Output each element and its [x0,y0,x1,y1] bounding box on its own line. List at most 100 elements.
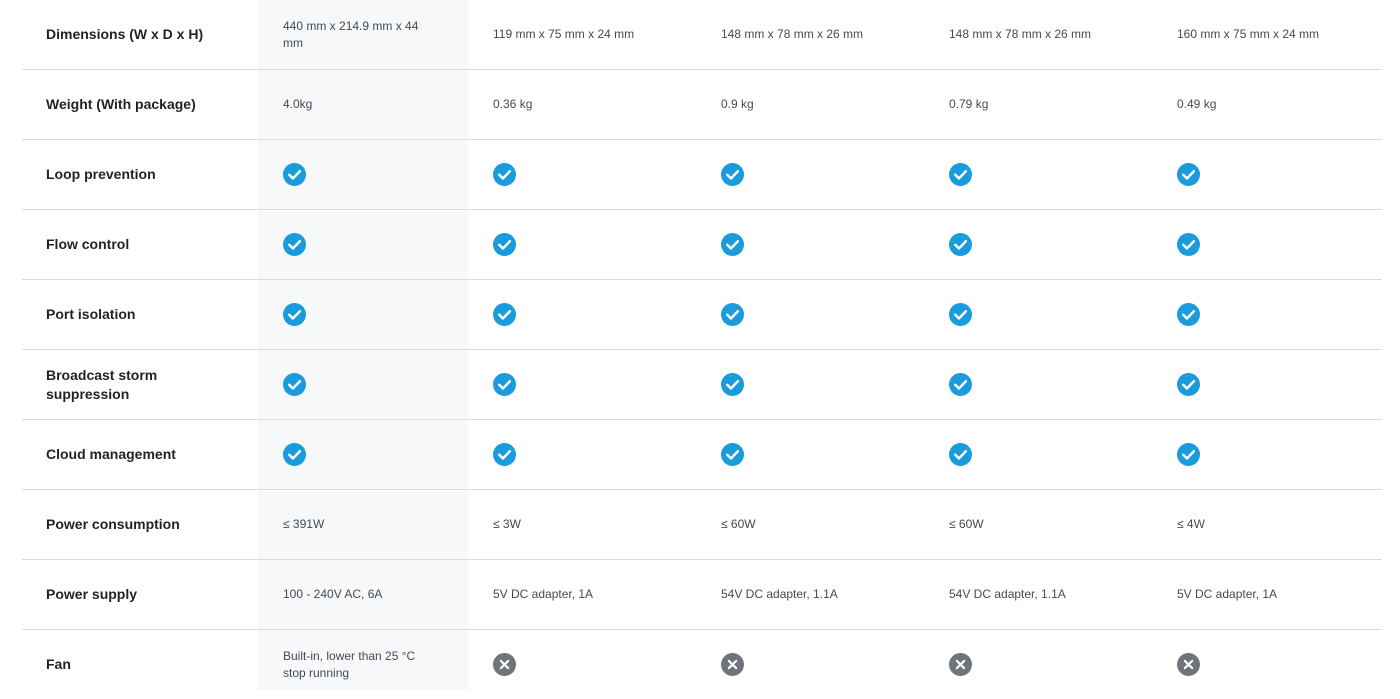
spec-value: 54V DC adapter, 1.1A [721,587,838,601]
check-circle-icon [721,233,744,256]
spec-row-power-supply: Power supply 100 - 240V AC, 6A 5V DC ada… [22,560,1382,630]
cross-circle-icon [1177,653,1200,676]
spec-value [696,373,924,396]
spec-value: 148 mm x 78 mm x 26 mm [721,27,864,41]
check-circle-icon [493,303,516,326]
check-circle-icon [283,163,306,186]
spec-value [696,303,924,326]
spec-value: 54V DC adapter, 1.1A [949,587,1066,601]
check-circle-icon [949,163,972,186]
check-circle-icon [949,373,972,396]
spec-value [924,163,1152,186]
spec-label: Broadcast storm suppression [46,366,158,402]
check-circle-icon [721,163,744,186]
spec-value [924,303,1152,326]
spec-comparison-table: Dimensions (W x D x H) 440 mm x 214.9 mm… [22,0,1382,699]
spec-row-port-isolation: Port isolation [22,280,1382,350]
spec-value: Built-in, lower than 25 °C stop running [283,648,416,680]
spec-value: 160 mm x 75 mm x 24 mm [1177,27,1320,41]
spec-value: 440 mm x 214.9 mm x 44 mm [283,18,419,50]
check-circle-icon [1177,233,1200,256]
check-circle-icon [283,443,306,466]
check-circle-icon [493,373,516,396]
check-circle-icon [493,443,516,466]
spec-value [258,233,468,256]
spec-value [924,653,1152,676]
spec-value: 0.49 kg [1177,97,1217,111]
spec-value [696,233,924,256]
spec-row-loop-prevention: Loop prevention [22,140,1382,210]
cross-circle-icon [949,653,972,676]
spec-value: 119 mm x 75 mm x 24 mm [493,27,635,41]
spec-value [696,163,924,186]
check-circle-icon [721,303,744,326]
spec-label: Flow control [46,236,130,252]
spec-value [258,163,468,186]
check-circle-icon [949,443,972,466]
spec-value [1152,163,1382,186]
spec-label: Dimensions (W x D x H) [46,26,204,42]
check-circle-icon [949,303,972,326]
spec-value: 0.36 kg [493,97,533,111]
spec-label: Power supply [46,586,138,602]
spec-value [924,443,1152,466]
check-circle-icon [1177,163,1200,186]
check-circle-icon [1177,443,1200,466]
spec-value [258,443,468,466]
spec-label: Fan [46,656,71,672]
spec-label: Cloud management [46,446,176,462]
spec-value [468,163,696,186]
check-circle-icon [721,443,744,466]
spec-row-fan: Fan Built-in, lower than 25 °C stop runn… [22,630,1382,699]
spec-label: Port isolation [46,306,136,322]
spec-value [924,233,1152,256]
spec-value [924,373,1152,396]
check-circle-icon [493,163,516,186]
spec-value [1152,233,1382,256]
check-circle-icon [949,233,972,256]
spec-value [696,653,924,676]
spec-row-power-consumption: Power consumption ≤ 391W ≤ 3W ≤ 60W ≤ 60… [22,490,1382,560]
cross-circle-icon [721,653,744,676]
spec-value: 5V DC adapter, 1A [493,587,594,601]
check-circle-icon [283,373,306,396]
spec-value: 0.9 kg [721,97,754,111]
spec-row-weight: Weight (With package) 4.0kg 0.36 kg 0.9 … [22,70,1382,140]
spec-value: 0.79 kg [949,97,989,111]
spec-value [1152,303,1382,326]
spec-value [258,303,468,326]
spec-label: Loop prevention [46,166,156,182]
spec-label: Weight (With package) [46,96,196,112]
spec-value [1152,443,1382,466]
check-circle-icon [283,233,306,256]
spec-row-flow-control: Flow control [22,210,1382,280]
spec-value [468,443,696,466]
spec-value: ≤ 4W [1177,517,1205,531]
check-circle-icon [493,233,516,256]
cross-circle-icon [493,653,516,676]
spec-value [258,373,468,396]
spec-value [696,443,924,466]
spec-value: 100 - 240V AC, 6A [283,587,383,601]
spec-value [468,653,696,676]
spec-label: Power consumption [46,516,180,532]
spec-value: ≤ 3W [493,517,521,531]
spec-value [1152,373,1382,396]
spec-row-cloud-management: Cloud management [22,420,1382,490]
spec-value: ≤ 391W [283,517,325,531]
spec-value: ≤ 60W [721,517,756,531]
spec-value [1152,653,1382,676]
spec-value [468,233,696,256]
spec-value [468,303,696,326]
spec-value: 5V DC adapter, 1A [1177,587,1278,601]
check-circle-icon [1177,303,1200,326]
spec-value: 4.0kg [283,97,313,111]
spec-value: 148 mm x 78 mm x 26 mm [949,27,1092,41]
spec-value: ≤ 60W [949,517,984,531]
check-circle-icon [721,373,744,396]
check-circle-icon [1177,373,1200,396]
spec-row-broadcast-storm: Broadcast storm suppression [22,350,1382,420]
check-circle-icon [283,303,306,326]
spec-row-dimensions: Dimensions (W x D x H) 440 mm x 214.9 mm… [22,0,1382,70]
spec-value [468,373,696,396]
